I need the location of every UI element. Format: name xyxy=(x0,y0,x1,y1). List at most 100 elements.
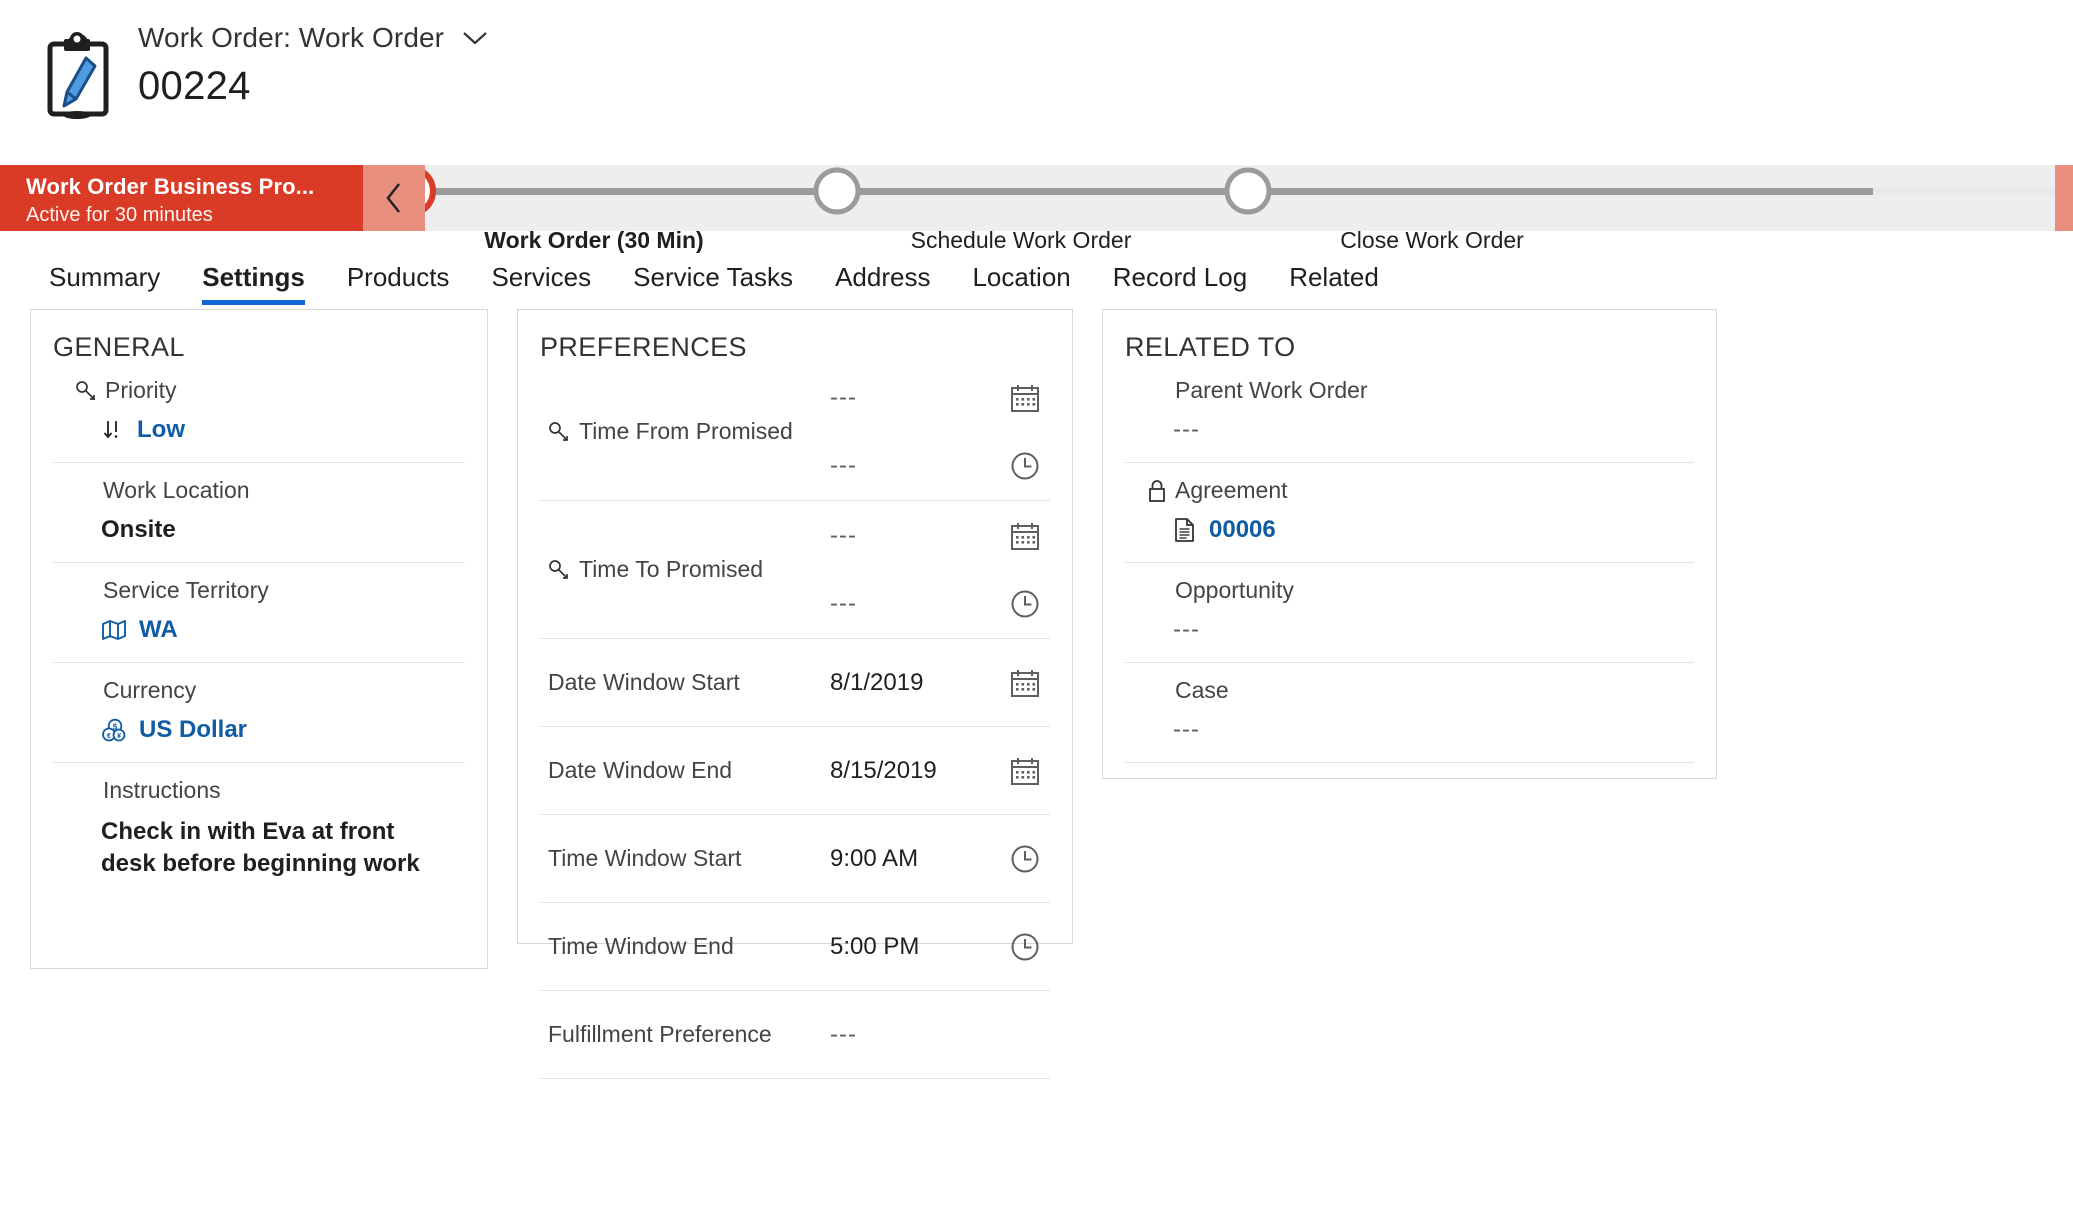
stage-label: Close Work Order xyxy=(1340,227,1524,253)
tab-location[interactable]: Location xyxy=(951,262,1091,309)
field-time-window-start[interactable]: Time Window Start 9:00 AM xyxy=(540,815,1050,903)
settings-tab-content: GENERAL Priority Low Work Location Onsit… xyxy=(0,309,2073,1079)
record-header: Work Order: Work Order 00224 xyxy=(0,0,2073,165)
field-value-group: 9:00 AM xyxy=(814,842,1042,876)
field-label: Date Window End xyxy=(548,757,733,783)
field-label-text: Priority xyxy=(105,377,177,403)
field-value-group: --- xyxy=(814,519,1042,621)
field-label-text: Time From Promised xyxy=(579,418,793,444)
entity-selector[interactable]: Work Order: Work Order xyxy=(138,22,488,54)
field-label: Work Location xyxy=(103,477,250,503)
field-currency[interactable]: Currency $ € ¥ US Dollar xyxy=(53,663,465,763)
calendar-icon[interactable] xyxy=(996,381,1042,415)
field-priority[interactable]: Priority Low xyxy=(53,363,465,463)
field-service-territory[interactable]: Service Territory WA xyxy=(53,563,465,663)
tab-label: Address xyxy=(835,262,931,292)
calendar-icon[interactable] xyxy=(996,754,1042,788)
bpf-stage-schedule-work-order[interactable]: Schedule Work Order xyxy=(811,165,1231,254)
field-label: Instructions xyxy=(103,777,221,803)
date-part[interactable]: 8/15/2019 xyxy=(814,754,1042,788)
field-value[interactable]: 00006 xyxy=(1147,504,1672,562)
general-card-title: GENERAL xyxy=(53,332,185,362)
tab-label: Summary xyxy=(49,262,161,292)
key-icon xyxy=(548,421,570,443)
bpf-collapse-button[interactable] xyxy=(363,165,425,231)
calendar-icon[interactable] xyxy=(996,519,1042,553)
date-part[interactable]: --- xyxy=(814,381,1042,415)
field-instructions[interactable]: Instructions Check in with Eva at front … xyxy=(53,763,465,968)
field-value: --- xyxy=(1173,716,1200,743)
field-label: Date Window Start xyxy=(548,669,740,695)
time-part[interactable]: --- xyxy=(814,587,1042,621)
value-part[interactable]: --- xyxy=(814,1021,1042,1049)
field-parent-work-order[interactable]: Parent Work Order --- xyxy=(1125,363,1694,463)
tab-settings[interactable]: Settings xyxy=(181,262,326,309)
tab-address[interactable]: Address xyxy=(814,262,951,309)
field-date-window-end[interactable]: Date Window End 8/15/2019 xyxy=(540,727,1050,815)
related-to-card: RELATED TO Parent Work Order --- Agreeme… xyxy=(1102,309,1717,779)
map-icon xyxy=(101,619,127,641)
field-time-window-end[interactable]: Time Window End 5:00 PM xyxy=(540,903,1050,991)
field-fulfillment-preference[interactable]: Fulfillment Preference --- xyxy=(540,991,1050,1079)
tab-label: Location xyxy=(972,262,1071,292)
date-part[interactable]: 8/1/2019 xyxy=(814,666,1042,700)
chevron-down-icon[interactable] xyxy=(462,30,488,46)
header-text: Work Order: Work Order 00224 xyxy=(138,22,488,109)
field-date-window-start[interactable]: Date Window Start 8/1/2019 xyxy=(540,639,1050,727)
tab-summary[interactable]: Summary xyxy=(28,262,181,309)
field-value[interactable]: Low xyxy=(75,404,443,462)
field-label: Time Window End xyxy=(548,933,734,959)
field-case[interactable]: Case --- xyxy=(1125,663,1694,763)
field-value-text: 00006 xyxy=(1209,516,1276,543)
field-time-from-promised[interactable]: Time From Promised --- --- xyxy=(540,363,1050,501)
clock-icon[interactable] xyxy=(996,930,1042,964)
field-label: Fulfillment Preference xyxy=(548,1021,772,1047)
clock-icon[interactable] xyxy=(996,842,1042,876)
field-value[interactable]: $ € ¥ US Dollar xyxy=(75,704,443,762)
preferences-card-title: PREFERENCES xyxy=(540,332,747,362)
field-agreement[interactable]: Agreement 00006 xyxy=(1125,463,1694,563)
bpf-stage-work-order[interactable]: Work Order (30 Min) xyxy=(384,165,804,254)
field-value: --- xyxy=(1173,416,1200,443)
bpf-stage-close-work-order[interactable]: Close Work Order xyxy=(1222,165,1642,254)
bpf-title: Work Order Business Pro... xyxy=(26,174,315,199)
related-to-card-title: RELATED TO xyxy=(1125,332,1296,362)
clock-icon[interactable] xyxy=(996,449,1042,483)
preferences-card: PREFERENCES Time From Promised --- --- T… xyxy=(517,309,1073,1079)
time-part[interactable]: 9:00 AM xyxy=(814,842,1042,876)
field-label: Currency xyxy=(103,677,197,703)
stage-pending-marker-icon xyxy=(1222,165,1642,217)
field-label: Case xyxy=(1175,677,1229,703)
tab-related[interactable]: Related xyxy=(1268,262,1400,309)
clock-icon[interactable] xyxy=(996,587,1042,621)
calendar-icon[interactable] xyxy=(996,666,1042,700)
document-icon xyxy=(1173,517,1197,543)
date-part[interactable]: --- xyxy=(814,519,1042,553)
clipboard-pen-icon xyxy=(40,30,114,122)
tab-services[interactable]: Services xyxy=(470,262,612,309)
stage-label: Work Order (30 Min) xyxy=(484,227,704,253)
field-value-text: 5:00 PM xyxy=(830,932,920,960)
field-value-group: --- xyxy=(814,1021,1042,1049)
field-label: Time From Promised xyxy=(548,418,814,445)
bpf-next-stage-edge[interactable] xyxy=(2055,165,2073,231)
field-time-to-promised[interactable]: Time To Promised --- --- xyxy=(540,501,1050,639)
general-card: GENERAL Priority Low Work Location Onsit… xyxy=(30,309,488,969)
field-opportunity[interactable]: Opportunity --- xyxy=(1125,563,1694,663)
field-label-text: Time To Promised xyxy=(579,556,764,582)
tab-products[interactable]: Products xyxy=(326,262,471,309)
entity-label: Work Order: Work Order xyxy=(138,22,445,53)
field-label: Time To Promised xyxy=(548,556,814,583)
record-number: 00224 xyxy=(138,64,251,108)
tab-record-log[interactable]: Record Log xyxy=(1092,262,1268,309)
time-part[interactable]: 5:00 PM xyxy=(814,930,1042,964)
bpf-title-block[interactable]: Work Order Business Pro... Active for 30… xyxy=(0,165,363,231)
field-value-text: WA xyxy=(139,616,178,643)
time-part[interactable]: --- xyxy=(814,449,1042,483)
field-value-text: --- xyxy=(830,451,857,479)
tab-service-tasks[interactable]: Service Tasks xyxy=(612,262,814,309)
field-value[interactable]: WA xyxy=(75,604,443,662)
tab-label: Related xyxy=(1289,262,1379,292)
field-value-text: Low xyxy=(137,416,185,443)
field-work-location[interactable]: Work Location Onsite xyxy=(53,463,465,563)
